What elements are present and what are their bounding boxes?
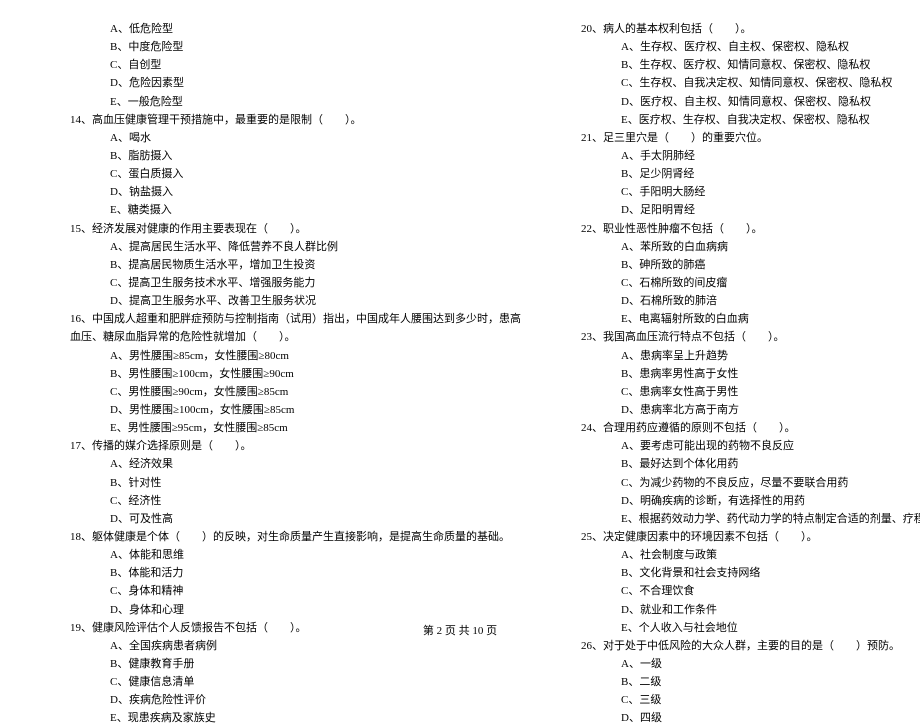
q19-opt-c: C、健康信息清单: [50, 673, 521, 691]
q13-opt-c: C、自创型: [50, 56, 521, 74]
q21-opt-b: B、足少阴肾经: [561, 165, 920, 183]
q24-opt-d: D、明确疾病的诊断，有选择性的用药: [561, 492, 920, 510]
q24-opt-c: C、为减少药物的不良反应，尽量不要联合用药: [561, 474, 920, 492]
q26-opt-b: B、二级: [561, 673, 920, 691]
q14-opt-c: C、蛋白质摄入: [50, 165, 521, 183]
q14-opt-d: D、钠盐摄入: [50, 183, 521, 201]
q20-opt-b: B、生存权、医疗权、知情同意权、保密权、隐私权: [561, 56, 920, 74]
q16-text: 16、中国成人超重和肥胖症预防与控制指南（试用）指出，中国成年人腰围达到多少时，…: [50, 310, 521, 328]
q23-opt-c: C、患病率女性高于男性: [561, 383, 920, 401]
q17-opt-d: D、可及性高: [50, 510, 521, 528]
q26-opt-d: D、四级: [561, 709, 920, 727]
q14-opt-a: A、喝水: [50, 129, 521, 147]
q14-opt-b: B、脂肪摄入: [50, 147, 521, 165]
q18-opt-d: D、身体和心理: [50, 601, 521, 619]
q20-opt-e: E、医疗权、生存权、自我决定权、保密权、隐私权: [561, 111, 920, 129]
q22-opt-e: E、电离辐射所致的白血病: [561, 310, 920, 328]
q21-text: 21、足三里穴是（ ）的重要穴位。: [561, 129, 920, 147]
q18-opt-a: A、体能和思维: [50, 546, 521, 564]
q22-text: 22、职业性恶性肿瘤不包括（ ）。: [561, 220, 920, 238]
q26-opt-c: C、三级: [561, 691, 920, 709]
right-column: 20、病人的基本权利包括（ ）。 A、生存权、医疗权、自主权、保密权、隐私权 B…: [561, 20, 920, 727]
q17-opt-c: C、经济性: [50, 492, 521, 510]
q23-opt-a: A、患病率呈上升趋势: [561, 347, 920, 365]
q23-text: 23、我国高血压流行特点不包括（ ）。: [561, 328, 920, 346]
q17-text: 17、传播的媒介选择原则是（ ）。: [50, 437, 521, 455]
q22-opt-c: C、石棉所致的间皮瘤: [561, 274, 920, 292]
q16-opt-b: B、男性腰围≥100cm，女性腰围≥90cm: [50, 365, 521, 383]
q16-opt-c: C、男性腰围≥90cm，女性腰围≥85cm: [50, 383, 521, 401]
q14-text: 14、高血压健康管理干预措施中，最重要的是限制（ ）。: [50, 111, 521, 129]
q17-opt-a: A、经济效果: [50, 455, 521, 473]
q15-opt-a: A、提高居民生活水平、降低营养不良人群比例: [50, 238, 521, 256]
q16-opt-e: E、男性腰围≥95cm，女性腰围≥85cm: [50, 419, 521, 437]
q24-opt-e: E、根据药效动力学、药代动力学的特点制定合适的剂量、疗程、给药途径: [561, 510, 920, 528]
q25-opt-a: A、社会制度与政策: [561, 546, 920, 564]
q25-opt-b: B、文化背景和社会支持网络: [561, 564, 920, 582]
q13-opt-a: A、低危险型: [50, 20, 521, 38]
q21-opt-a: A、手太阴肺经: [561, 147, 920, 165]
q14-opt-e: E、糖类摄入: [50, 201, 521, 219]
q16-text-cont: 血压、糖尿血脂异常的危险性就增加（ ）。: [50, 328, 521, 346]
q13-opt-e: E、一般危险型: [50, 93, 521, 111]
q22-opt-a: A、苯所致的白血病病: [561, 238, 920, 256]
q20-opt-c: C、生存权、自我决定权、知情同意权、保密权、隐私权: [561, 74, 920, 92]
q20-opt-a: A、生存权、医疗权、自主权、保密权、隐私权: [561, 38, 920, 56]
q15-opt-d: D、提高卫生服务水平、改善卫生服务状况: [50, 292, 521, 310]
q23-opt-d: D、患病率北方高于南方: [561, 401, 920, 419]
q18-opt-c: C、身体和精神: [50, 582, 521, 600]
q20-opt-d: D、医疗权、自主权、知情同意权、保密权、隐私权: [561, 93, 920, 111]
q21-opt-d: D、足阳明胃经: [561, 201, 920, 219]
q15-opt-c: C、提高卫生服务技术水平、增强服务能力: [50, 274, 521, 292]
q18-opt-b: B、体能和活力: [50, 564, 521, 582]
q22-opt-d: D、石棉所致的肺涪: [561, 292, 920, 310]
q22-opt-b: B、砷所致的肺癌: [561, 256, 920, 274]
q25-opt-c: C、不合理饮食: [561, 582, 920, 600]
q17-opt-b: B、针对性: [50, 474, 521, 492]
q19-opt-e: E、现患疾病及家族史: [50, 709, 521, 727]
q18-text: 18、躯体健康是个体（ ）的反映，对生命质量产生直接影响，是提高生命质量的基础。: [50, 528, 521, 546]
left-column: A、低危险型 B、中度危险型 C、自创型 D、危险因素型 E、一般危险型 14、…: [50, 20, 521, 727]
q19-opt-b: B、健康教育手册: [50, 655, 521, 673]
q24-text: 24、合理用药应遵循的原则不包括（ ）。: [561, 419, 920, 437]
q26-text: 26、对于处于中低风险的大众人群，主要的目的是（ ）预防。: [561, 637, 920, 655]
q20-text: 20、病人的基本权利包括（ ）。: [561, 20, 920, 38]
q13-opt-b: B、中度危险型: [50, 38, 521, 56]
q16-opt-d: D、男性腰围≥100cm，女性腰围≥85cm: [50, 401, 521, 419]
q25-text: 25、决定健康因素中的环境因素不包括（ ）。: [561, 528, 920, 546]
q16-opt-a: A、男性腰围≥85cm，女性腰围≥80cm: [50, 347, 521, 365]
q24-opt-b: B、最好达到个体化用药: [561, 455, 920, 473]
q24-opt-a: A、要考虑可能出现的药物不良反应: [561, 437, 920, 455]
q15-opt-b: B、提高居民物质生活水平，增加卫生投资: [50, 256, 521, 274]
q25-opt-d: D、就业和工作条件: [561, 601, 920, 619]
q13-opt-d: D、危险因素型: [50, 74, 521, 92]
page-footer: 第 2 页 共 10 页: [0, 622, 920, 638]
q15-text: 15、经济发展对健康的作用主要表现在（ ）。: [50, 220, 521, 238]
q19-opt-d: D、疾病危险性评价: [50, 691, 521, 709]
q19-opt-a: A、全国疾病患者病例: [50, 637, 521, 655]
q23-opt-b: B、患病率男性高于女性: [561, 365, 920, 383]
q21-opt-c: C、手阳明大肠经: [561, 183, 920, 201]
q26-opt-a: A、一级: [561, 655, 920, 673]
